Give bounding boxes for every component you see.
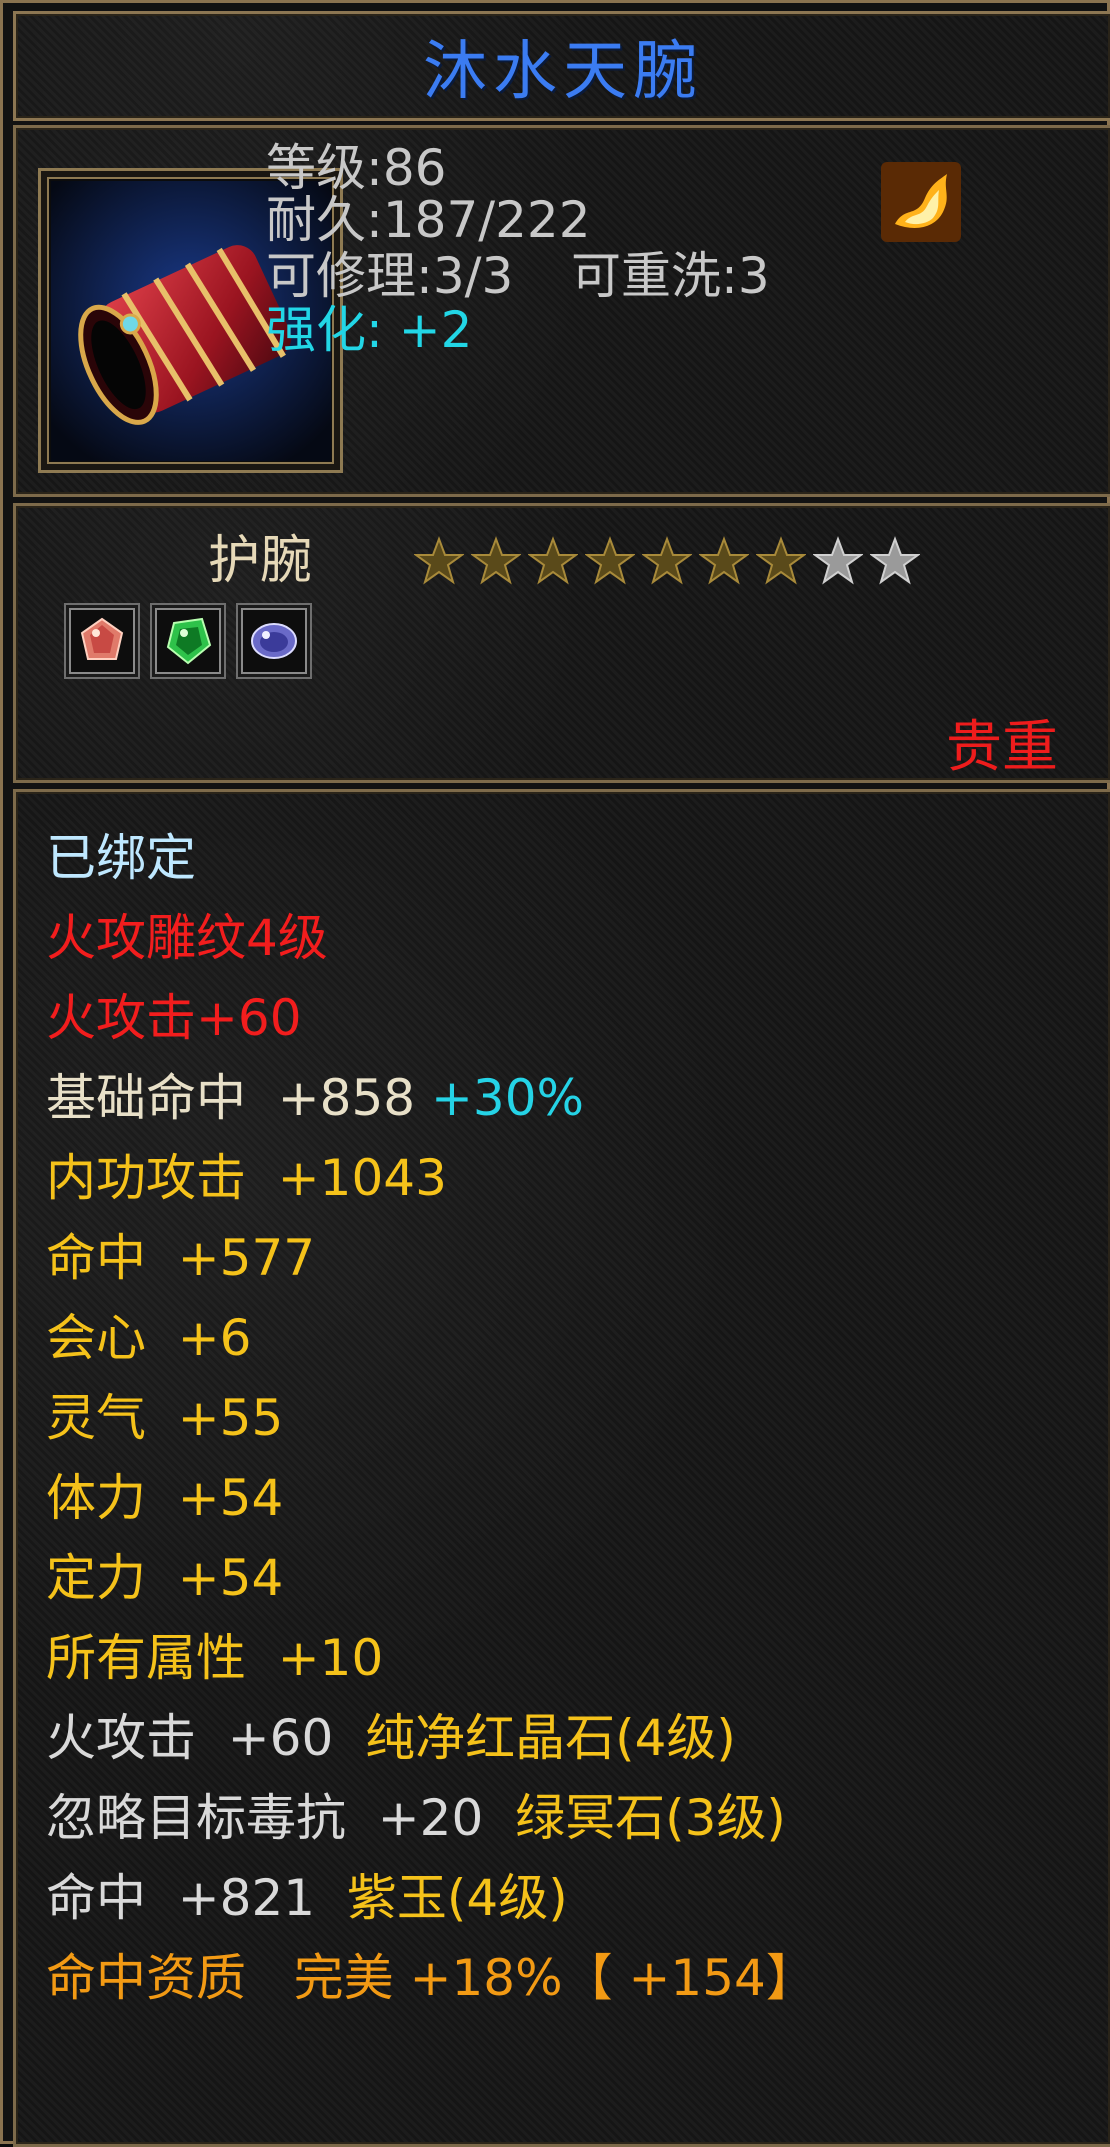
star-empty-icon xyxy=(870,536,920,585)
star-filled-icon xyxy=(528,536,578,585)
star-filled-icon xyxy=(471,536,521,585)
gem1-line: 火攻击 +60 纯净红晶石(4级) xyxy=(46,1708,736,1768)
item-type: 护腕 xyxy=(208,531,313,591)
gem2-line: 忽略目标毒抗 +20 绿冥石(3级) xyxy=(46,1788,786,1848)
gem-slot-2[interactable] xyxy=(150,603,226,679)
gem-slot-3[interactable] xyxy=(236,603,312,679)
stamina-line: 体力 +54 xyxy=(46,1469,284,1527)
fire-attack-line: 火攻击+60 xyxy=(46,989,302,1047)
inner-attack-line: 内功攻击 +1043 xyxy=(46,1149,447,1207)
title-bar: 沐水天腕 xyxy=(13,11,1110,121)
gem1-stat: 火攻击 +60 xyxy=(46,1709,334,1767)
gem1-name: 纯净红晶石(4级) xyxy=(365,1709,736,1767)
purple-gem-icon xyxy=(251,623,297,659)
crit-line: 会心 +6 xyxy=(46,1309,252,1367)
gem3-name: 紫玉(4级) xyxy=(346,1869,568,1927)
base-hit-line: 基础命中 +858 +30% xyxy=(46,1068,584,1128)
spirit-line: 灵气 +55 xyxy=(46,1389,284,1447)
rarity-label: 贵重 xyxy=(946,715,1058,780)
star-filled-icon xyxy=(756,536,806,585)
star-filled-icon xyxy=(642,536,692,585)
item-name: 沐水天腕 xyxy=(423,35,703,109)
fire-element-icon xyxy=(881,162,961,242)
item-tooltip: 沐水天腕 等级:86 耐久:187/222 可修理:3/3 可重洗:3 强化: … xyxy=(0,0,1110,2147)
engrave-line: 火攻雕纹4级 xyxy=(46,909,328,967)
star-rating xyxy=(414,536,920,586)
star-empty-icon xyxy=(813,536,863,585)
base-hit-percent: +30% xyxy=(431,1069,585,1127)
gem-slots xyxy=(64,603,312,679)
gem2-name: 绿冥石(3级) xyxy=(515,1789,786,1847)
item-rewash-count: 可重洗:3 xyxy=(571,247,770,305)
bound-status: 已绑定 xyxy=(46,829,196,887)
star-filled-icon xyxy=(414,536,464,585)
green-gem-icon xyxy=(166,617,212,665)
star-filled-icon xyxy=(699,536,749,585)
item-info-panel: 等级:86 耐久:187/222 可修理:3/3 可重洗:3 强化: +2 xyxy=(13,125,1110,497)
red-gem-icon xyxy=(80,617,124,660)
star-filled-icon xyxy=(585,536,635,585)
attributes-panel: 已绑定 火攻雕纹4级 火攻击+60 基础命中 +858 +30% 内功攻击 +1… xyxy=(13,789,1110,2147)
aptitude-line: 命中资质 完美 +18%【 +154】 xyxy=(46,1949,816,2007)
gem-slot-1[interactable] xyxy=(64,603,140,679)
focus-line: 定力 +54 xyxy=(46,1549,284,1607)
gem3-stat: 命中 +821 xyxy=(46,1869,316,1927)
gem2-stat: 忽略目标毒抗 +20 xyxy=(46,1789,484,1847)
gem3-line: 命中 +821 紫玉(4级) xyxy=(46,1868,568,1928)
base-hit-value: 基础命中 +858 xyxy=(46,1069,416,1127)
all-attributes-line: 所有属性 +10 xyxy=(46,1629,384,1687)
item-type-panel: 护腕 贵重 xyxy=(13,503,1110,783)
item-enhance-level: 强化: +2 xyxy=(266,301,473,359)
hit-line: 命中 +577 xyxy=(46,1229,316,1287)
